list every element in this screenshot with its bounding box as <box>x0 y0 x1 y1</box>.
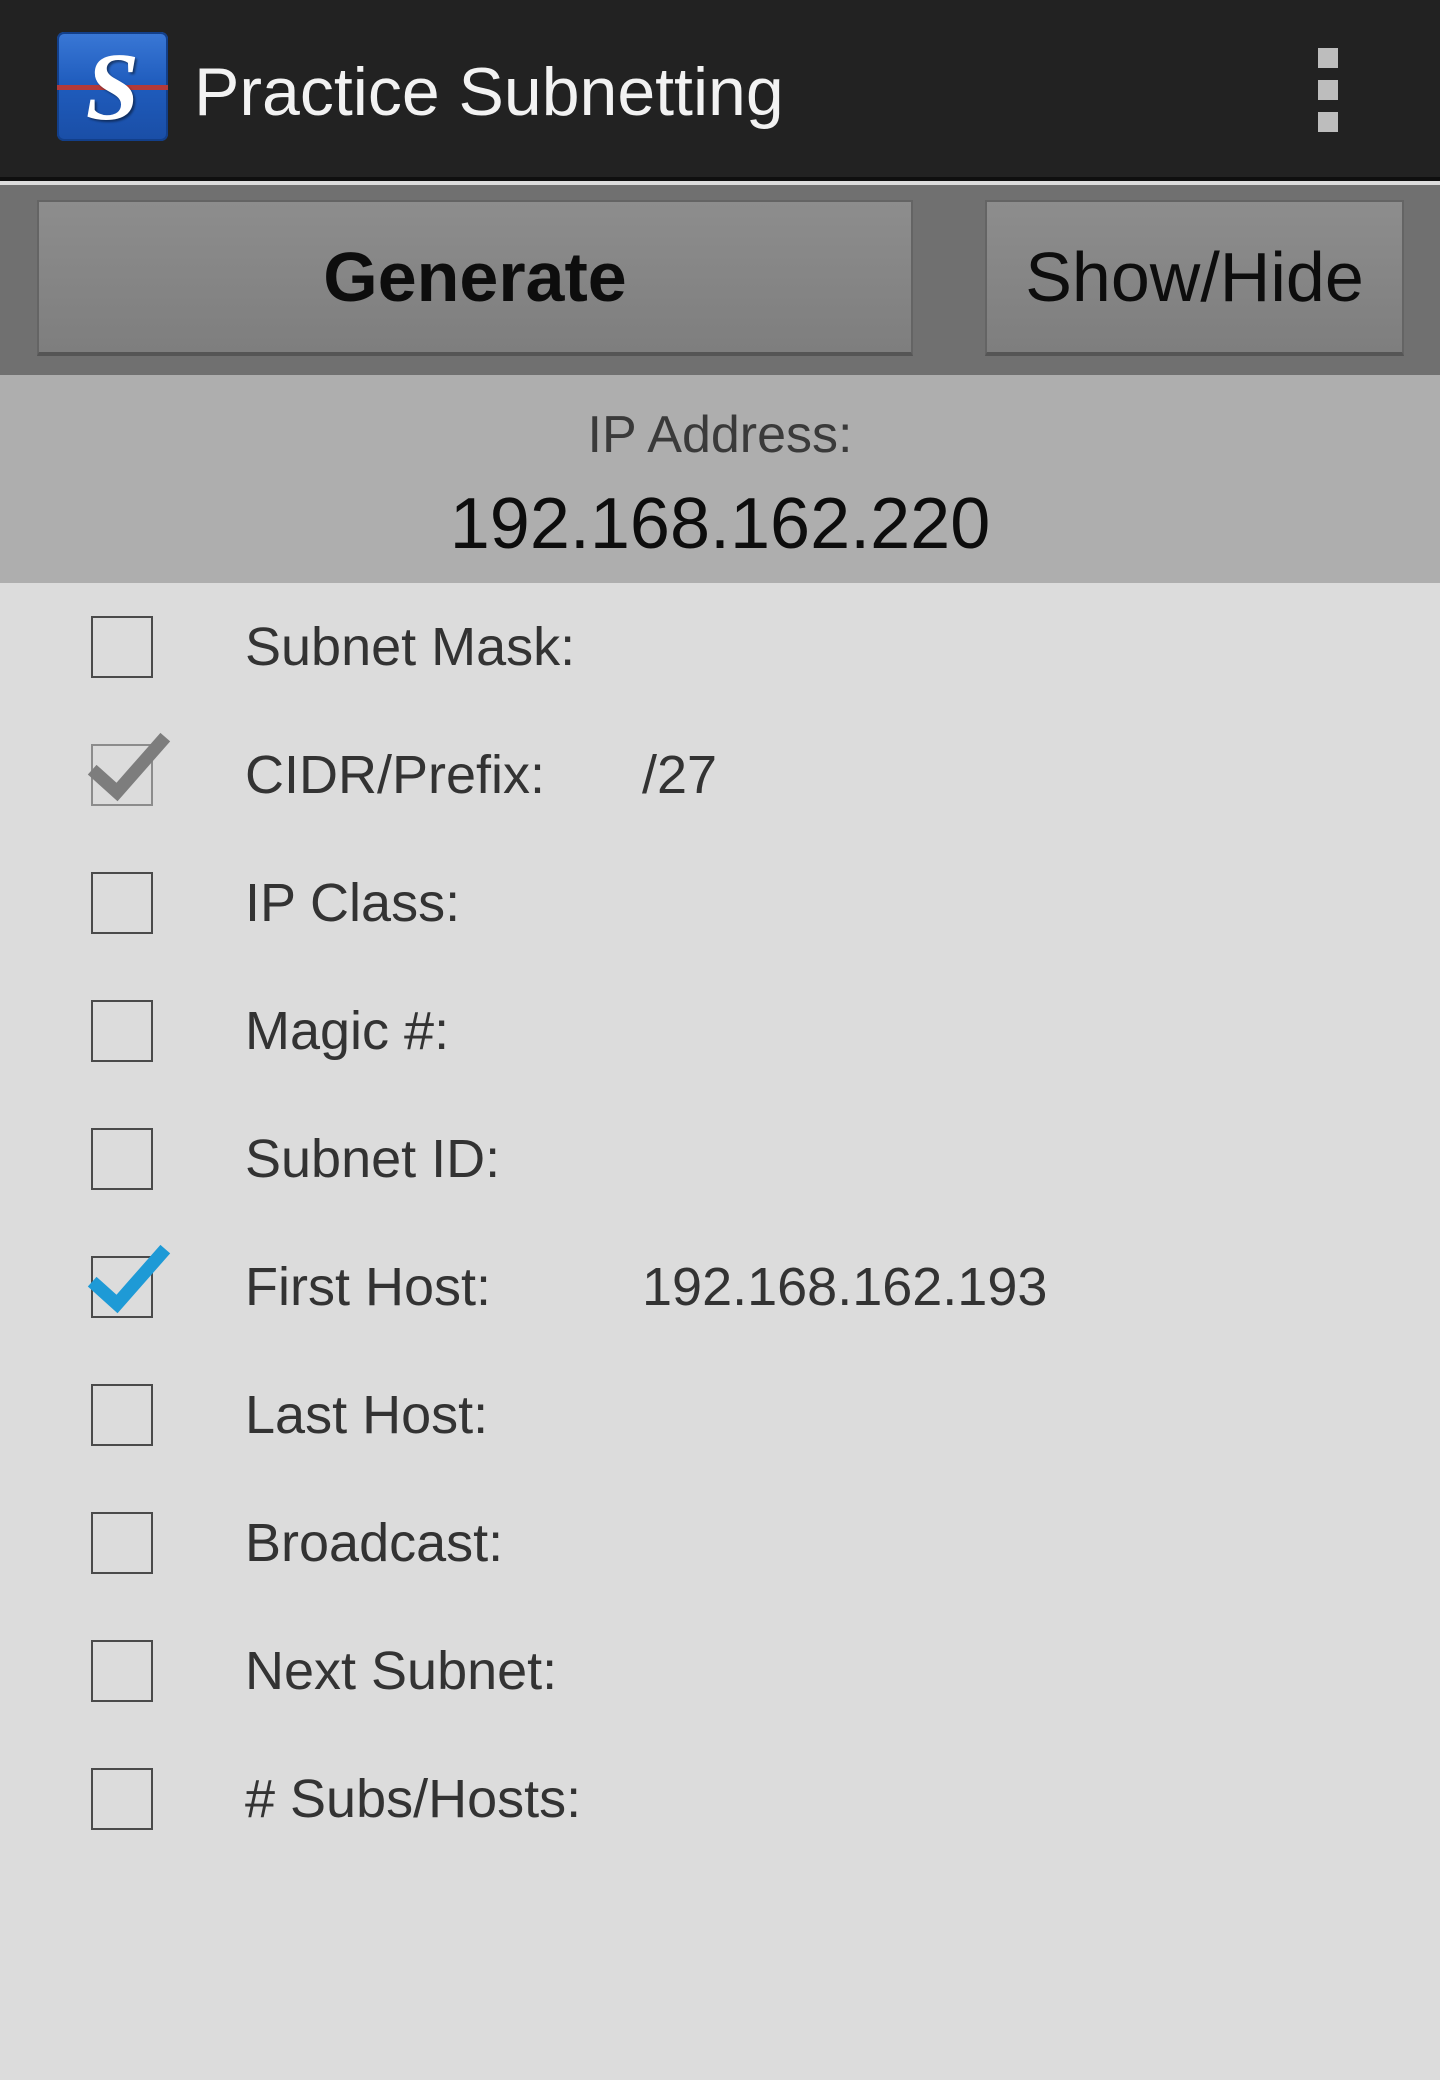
logo-letter: S <box>85 33 140 140</box>
broadcast-checkbox[interactable] <box>91 1512 153 1574</box>
first-host-checkbox[interactable] <box>87 1244 171 1318</box>
menu-dot <box>1318 80 1338 100</box>
next-subnet-checkbox[interactable] <box>91 1640 153 1702</box>
overflow-menu-icon[interactable] <box>1300 40 1356 140</box>
ip-address-label: IP Address: <box>587 406 853 464</box>
menu-dot <box>1318 112 1338 132</box>
ip-address-value: 192.168.162.220 <box>449 484 991 564</box>
field-row-subs-hosts: # Subs/Hosts: <box>0 1735 1440 1863</box>
field-label: CIDR/Prefix: <box>245 745 546 805</box>
field-label: Subnet ID: <box>245 1129 501 1189</box>
field-row-subnet-mask: Subnet Mask: <box>0 583 1440 711</box>
subs-hosts-checkbox[interactable] <box>91 1768 153 1830</box>
menu-dot <box>1318 48 1338 68</box>
field-label: Magic #: <box>245 1001 450 1061</box>
checkmark-icon <box>87 1244 171 1314</box>
subnet-id-checkbox[interactable] <box>91 1128 153 1190</box>
field-row-magic-number: Magic #: <box>0 967 1440 1095</box>
field-label: Broadcast: <box>245 1513 504 1573</box>
field-row-first-host: First Host: 192.168.162.193 <box>0 1223 1440 1351</box>
ip-address-panel: IP Address: 192.168.162.220 <box>0 375 1440 583</box>
field-row-cidr-prefix: CIDR/Prefix: /27 <box>0 711 1440 839</box>
field-row-ip-class: IP Class: <box>0 839 1440 967</box>
field-label: Next Subnet: <box>245 1641 558 1701</box>
field-value: /27 <box>642 745 718 805</box>
button-bar: Generate Show/Hide <box>0 185 1440 375</box>
field-value: 192.168.162.193 <box>642 1257 1048 1317</box>
field-list: Subnet Mask: CIDR/Prefix: /27 IP Class: … <box>0 583 1440 1863</box>
generate-button[interactable]: Generate <box>37 200 913 356</box>
show-hide-button[interactable]: Show/Hide <box>985 200 1404 356</box>
ip-class-checkbox[interactable] <box>91 872 153 934</box>
subnet-mask-checkbox[interactable] <box>91 616 153 678</box>
magic-number-checkbox[interactable] <box>91 1000 153 1062</box>
field-label: IP Class: <box>245 873 461 933</box>
field-row-broadcast: Broadcast: <box>0 1479 1440 1607</box>
field-label: First Host: <box>245 1257 492 1317</box>
field-row-subnet-id: Subnet ID: <box>0 1095 1440 1223</box>
action-bar: S Practice Subnetting <box>0 0 1440 181</box>
field-row-last-host: Last Host: <box>0 1351 1440 1479</box>
app-logo-icon: S <box>57 32 168 141</box>
app-title: Practice Subnetting <box>194 54 784 130</box>
checkmark-icon <box>87 732 171 802</box>
field-row-next-subnet: Next Subnet: <box>0 1607 1440 1735</box>
field-label: # Subs/Hosts: <box>245 1769 582 1829</box>
field-label: Last Host: <box>245 1385 489 1445</box>
field-label: Subnet Mask: <box>245 617 576 677</box>
last-host-checkbox[interactable] <box>91 1384 153 1446</box>
cidr-prefix-checkbox[interactable] <box>87 732 171 806</box>
